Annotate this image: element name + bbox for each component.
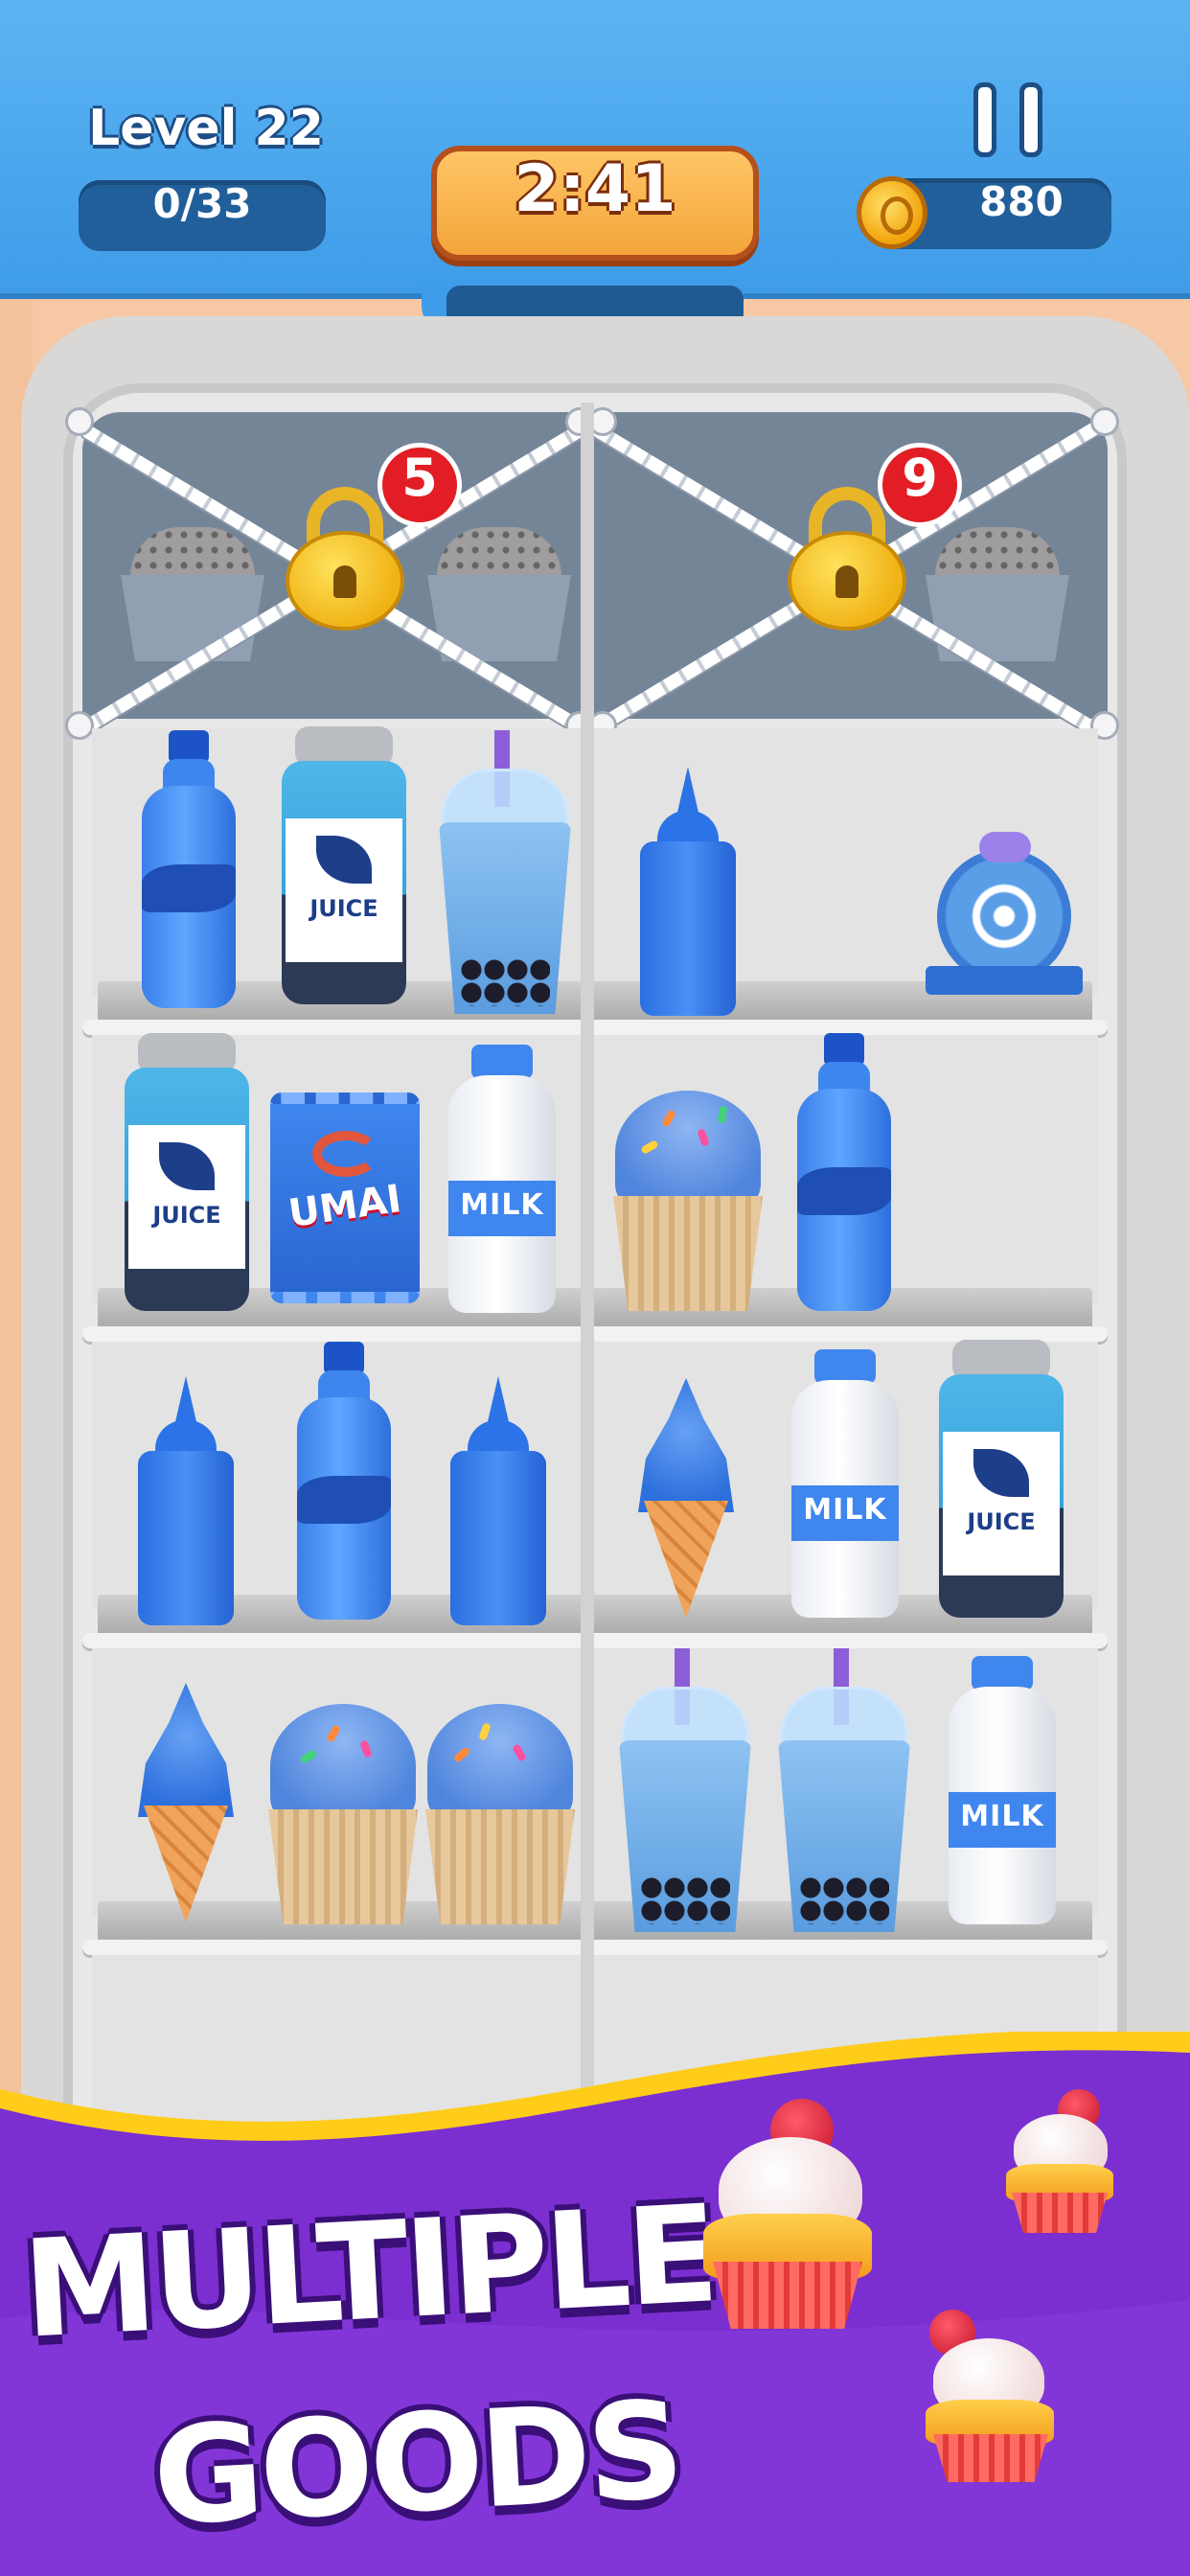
swiss-roll-cake[interactable] <box>926 832 1083 995</box>
sauce-bottle[interactable] <box>450 1376 546 1625</box>
coin-count: 880 <box>979 178 1064 225</box>
goods-progress-text: 0/33 <box>152 180 252 227</box>
promo-banner: MULTIPLE GOODS <box>0 2032 1190 2576</box>
milk-bottle[interactable]: MILK <box>791 1349 899 1618</box>
water-bottle[interactable] <box>791 1033 897 1311</box>
water-bottle[interactable] <box>291 1342 397 1620</box>
shelf-divider <box>581 402 594 2128</box>
chain-bolt <box>65 407 94 436</box>
blue-cupcake[interactable] <box>607 1091 768 1311</box>
milk-bottle[interactable]: MILK <box>448 1045 556 1313</box>
juice-bottle[interactable]: JUICE <box>125 1033 249 1311</box>
strawberry-cupcake-icon <box>690 2099 881 2329</box>
milk-bottle[interactable]: MILK <box>949 1656 1056 1924</box>
sauce-bottle[interactable] <box>640 767 736 1016</box>
blue-cupcake[interactable] <box>420 1704 581 1924</box>
strawberry-cupcake-icon <box>920 2310 1064 2482</box>
ice-cream-cone[interactable] <box>132 1683 240 1922</box>
chain-bolt <box>1090 407 1119 436</box>
goods-progress-counter: 0/33 <box>79 180 326 251</box>
locked-shelf-row <box>82 412 1108 719</box>
sauce-bottle[interactable] <box>138 1376 234 1625</box>
level-title: Level 22 <box>88 100 324 157</box>
lock-count-badge: 9 <box>878 443 962 527</box>
lock-count-badge: 5 <box>378 443 462 527</box>
juice-bottle[interactable]: JUICE <box>939 1340 1064 1618</box>
banner-title-line2: GOODS <box>149 2372 684 2557</box>
boba-tea-cup[interactable] <box>433 730 577 1018</box>
pause-icon <box>973 82 996 157</box>
boba-tea-cup[interactable] <box>613 1648 757 1936</box>
ice-cream-cone[interactable] <box>632 1378 740 1618</box>
blue-cupcake[interactable] <box>263 1704 423 1924</box>
countdown-timer: 2:41 <box>431 146 759 261</box>
pause-button[interactable] <box>973 82 1042 157</box>
boba-tea-cup[interactable] <box>772 1648 916 1936</box>
chips-bag[interactable]: UMAI <box>270 1092 420 1303</box>
water-bottle[interactable] <box>136 730 241 1008</box>
locked-frappe-cup <box>121 527 264 661</box>
timer-text: 2:41 <box>514 151 676 227</box>
strawberry-cupcake-icon <box>996 2089 1121 2233</box>
pause-icon-bar <box>1019 82 1042 157</box>
juice-bottle[interactable]: JUICE <box>282 726 406 1004</box>
coin-icon <box>857 176 927 249</box>
